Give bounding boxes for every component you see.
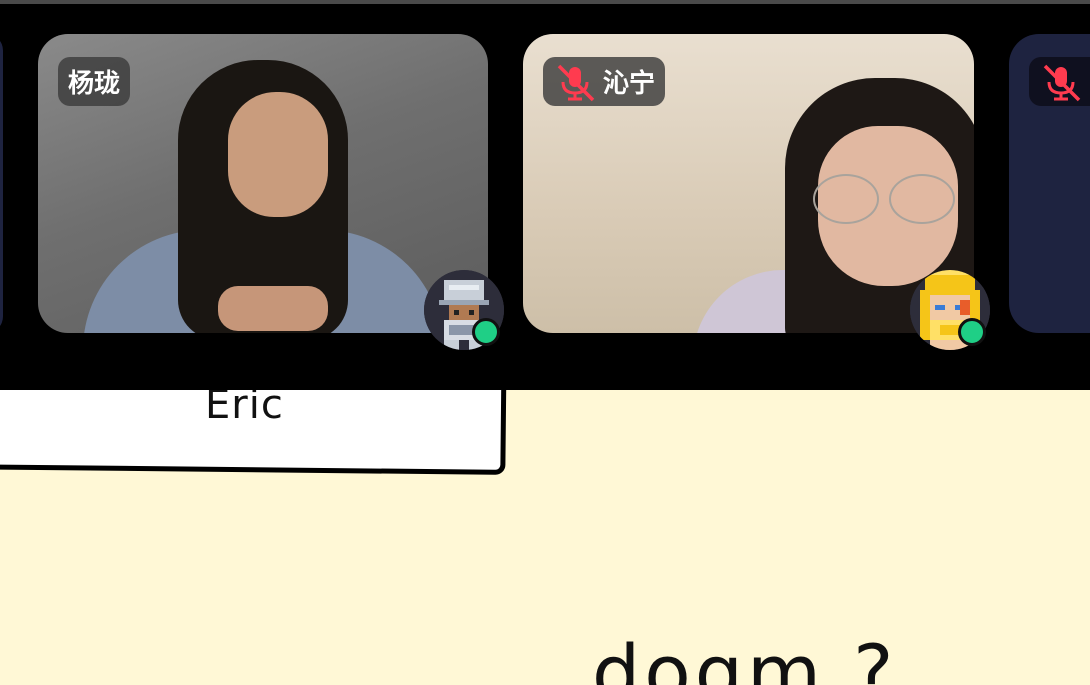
video-tile-partial-left[interactable] bbox=[0, 34, 3, 333]
mic-off-icon bbox=[557, 64, 595, 101]
mic-off-icon bbox=[1043, 64, 1081, 101]
video-tile-qinning[interactable]: 沁宁 bbox=[523, 34, 974, 333]
name-tag bbox=[1029, 57, 1090, 106]
video-tile-yanglong[interactable]: 杨珑 bbox=[38, 34, 488, 333]
handwritten-text: dogm ? bbox=[592, 628, 898, 685]
name-tag: 杨珑 bbox=[58, 57, 131, 106]
participant-name: 杨珑 bbox=[68, 69, 121, 99]
online-status-dot bbox=[472, 318, 500, 346]
meeting-canvas-page: Eric dogm ? 杨珑 沁宁 bbox=[0, 0, 1090, 685]
person-hands bbox=[218, 286, 328, 331]
glasses-right-lens bbox=[889, 174, 955, 224]
name-tag: 沁宁 bbox=[543, 57, 666, 106]
online-status-dot bbox=[958, 318, 986, 346]
glasses-left-lens bbox=[813, 174, 879, 224]
participant-name: 沁宁 bbox=[603, 69, 656, 99]
person-face bbox=[228, 92, 328, 217]
video-tile-partial-right[interactable] bbox=[1009, 34, 1090, 333]
video-strip: 杨珑 沁宁 bbox=[0, 4, 1090, 390]
